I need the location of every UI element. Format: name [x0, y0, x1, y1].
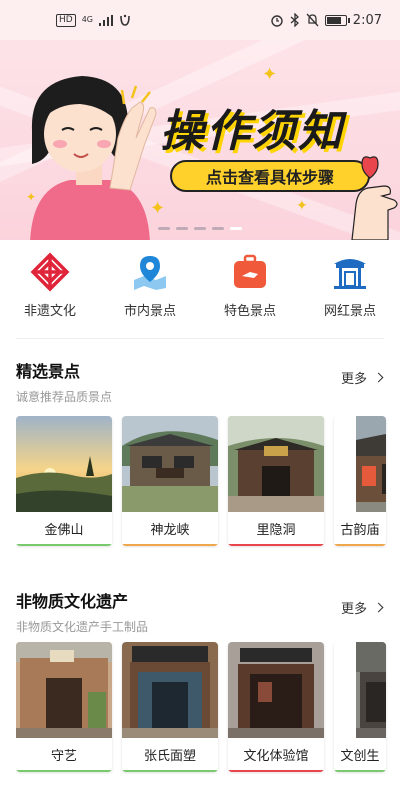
card-title: 里隐洞 [256, 523, 296, 538]
featured-card[interactable]: 里隐洞 [228, 416, 324, 546]
card-image [122, 416, 218, 512]
featured-card[interactable]: 金佛山 [16, 416, 112, 546]
heritage-more-link[interactable]: 更多 [340, 598, 384, 617]
carousel-dot[interactable] [176, 227, 188, 230]
knot-icon [30, 252, 70, 292]
card-image [16, 416, 112, 512]
network-type: 4G [81, 15, 93, 24]
category-label: 非遗文化 [23, 304, 76, 319]
heritage-card[interactable]: 守艺 [16, 642, 112, 772]
banner-cta-button[interactable]: 点击查看具体步骤 [170, 160, 370, 192]
category-label: 市内景点 [123, 304, 176, 319]
section-title: 非物质文化遗产 [16, 592, 129, 611]
carousel-dot[interactable] [230, 227, 242, 230]
category-nav: 非遗文化 市内景点 特色景点 网红景点 [0, 252, 400, 328]
banner-title: 操作须知 [160, 106, 344, 157]
category-label: 特色景点 [223, 304, 276, 319]
featured-more-link[interactable]: 更多 [340, 368, 384, 387]
card-title: 文创生 [340, 749, 380, 764]
heritage-card-list[interactable]: 守艺 张氏面塑 文化体验馆 文创生 [16, 642, 400, 774]
heritage-section-header: 非物质文化遗产 非物质文化遗产手工制品 更多 [16, 588, 384, 634]
card-image [122, 642, 218, 738]
card-accent-bar [228, 770, 324, 772]
section-subtitle: 诚意推荐品质景点 [16, 390, 113, 404]
featured-card[interactable]: 神龙峡 [122, 416, 218, 546]
heritage-card[interactable]: 文创生 [334, 642, 386, 772]
sparkle-icon: ✦ [262, 64, 278, 85]
status-left: HD 4G [56, 13, 131, 27]
status-bar: HD 4G 2:07 [0, 0, 400, 40]
card-image [228, 416, 324, 512]
sparkle-icon: ✦ [296, 198, 308, 214]
carousel-indicator [0, 227, 400, 230]
map-pin-icon [134, 256, 166, 290]
card-accent-bar [16, 544, 112, 546]
category-city-spots[interactable]: 市内景点 [100, 252, 200, 328]
card-title: 守艺 [50, 749, 77, 764]
bluetooth-icon [290, 13, 299, 27]
category-featured-spots[interactable]: 特色景点 [200, 252, 300, 328]
chevron-right-icon [373, 602, 384, 613]
alarm-icon [271, 15, 283, 27]
status-right: 2:07 [270, 13, 382, 28]
pavilion-icon [334, 259, 366, 289]
featured-card-list[interactable]: 金佛山 神龙峡 里隐洞 古韵庙 [16, 416, 400, 548]
card-title: 金佛山 [44, 523, 84, 538]
category-label: 网红景点 [323, 304, 376, 319]
hd-badge: HD [56, 13, 76, 27]
card-image [16, 642, 112, 738]
heritage-card[interactable]: 文化体验馆 [228, 642, 324, 772]
carousel-dot[interactable] [194, 227, 206, 230]
chevron-right-icon [373, 372, 384, 383]
card-accent-bar [334, 544, 386, 546]
banner-girl-illustration [30, 76, 157, 240]
featured-section-header: 精选景点 诚意推荐品质景点 更多 [16, 358, 384, 404]
card-title: 文化体验馆 [243, 749, 309, 764]
mute-icon [306, 13, 319, 27]
section-title: 精选景点 [16, 362, 81, 381]
category-trending-spots[interactable]: 网红景点 [300, 252, 400, 328]
card-accent-bar [334, 770, 386, 772]
card-image [228, 642, 324, 738]
section-subtitle: 非物质文化遗产手工制品 [16, 620, 149, 634]
carousel-dot[interactable] [158, 227, 170, 230]
category-intangible-culture[interactable]: 非遗文化 [0, 252, 100, 328]
card-title: 古韵庙 [340, 523, 380, 538]
notification-icon [120, 14, 130, 26]
more-label: 更多 [340, 602, 367, 617]
card-image [356, 416, 386, 512]
more-label: 更多 [340, 372, 367, 387]
banner-carousel[interactable]: ✦ ✦ ✦ ✦ 操作须知 点击查看具体步骤 [0, 40, 400, 240]
card-title: 张氏面塑 [143, 749, 196, 764]
card-title: 神龙峡 [150, 523, 190, 538]
divider [16, 338, 384, 339]
suitcase-icon [234, 254, 266, 288]
signal-icon [99, 14, 113, 26]
heritage-card[interactable]: 张氏面塑 [122, 642, 218, 772]
card-accent-bar [122, 544, 218, 546]
battery-icon [324, 14, 350, 26]
card-accent-bar [16, 770, 112, 772]
card-accent-bar [228, 544, 324, 546]
clock: 2:07 [352, 12, 382, 28]
card-accent-bar [122, 770, 218, 772]
featured-card[interactable]: 古韵庙 [334, 416, 386, 546]
card-image [356, 642, 386, 738]
carousel-dot[interactable] [212, 227, 224, 230]
